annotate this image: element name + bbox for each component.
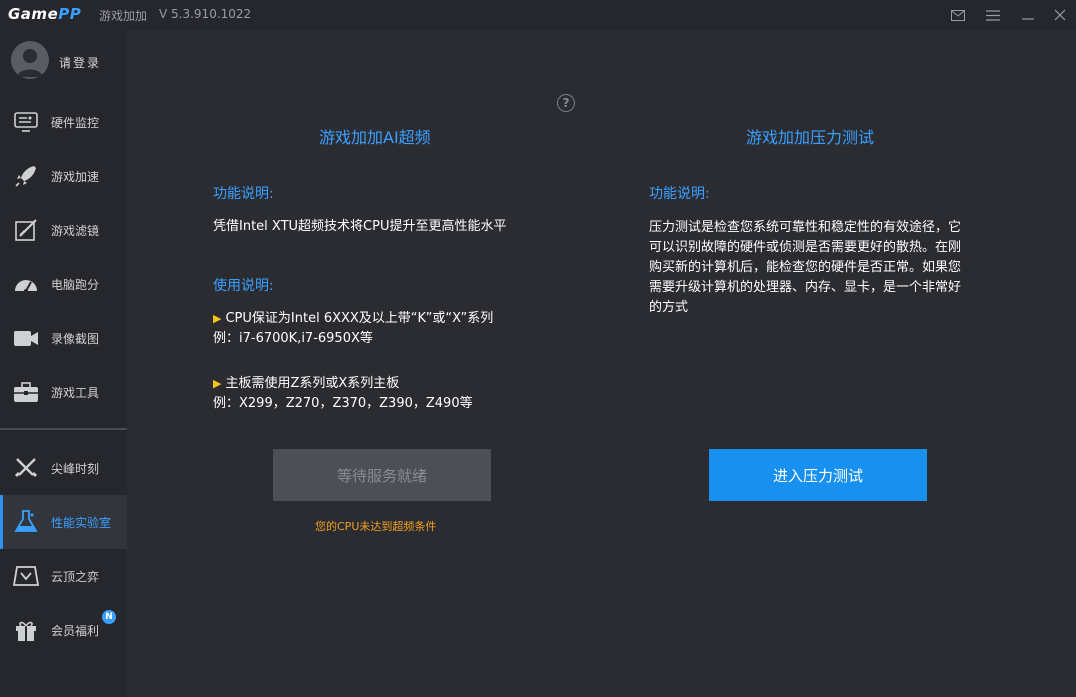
sidebar-item-label: 游戏加速 <box>51 170 100 184</box>
sidebar-item-tft[interactable]: 云顶之弈 <box>0 549 127 603</box>
help-icon[interactable]: ? <box>557 94 575 112</box>
app-logo: GamePP <box>8 5 82 23</box>
sidebar-item-benchmark[interactable]: 电脑跑分 <box>0 257 127 311</box>
gift-icon <box>12 617 40 643</box>
requirement-motherboard: ▶ 主板需使用Z系列或X系列主板 例：X299，Z270，Z370，Z390，Z4… <box>213 376 473 411</box>
stress-test-function-label: 功能说明: <box>649 186 710 202</box>
stress-test-description: 压力测试是检查您系统可靠性和稳定性的有效途径，它 可以识别故障的硬件或侦测是否需… <box>649 220 962 315</box>
enter-stress-test-button[interactable]: 进入压力测试 <box>709 449 927 501</box>
minimize-icon[interactable] <box>1019 6 1037 24</box>
overclock-title: 游戏加加AI超频 <box>319 128 431 147</box>
sidebar-item-game-boost[interactable]: 游戏加速 <box>0 149 127 203</box>
filter-icon <box>12 217 40 243</box>
overclock-function-label: 功能说明: <box>213 186 274 202</box>
sidebar-item-peak-time[interactable]: 尖峰时刻 <box>0 441 127 495</box>
avatar[interactable] <box>11 41 49 79</box>
sidebar-divider <box>0 428 127 430</box>
menu-icon[interactable] <box>984 6 1002 24</box>
app-version: V 5.3.910.1022 <box>159 7 252 21</box>
title-bar: GamePP 游戏加加 V 5.3.910.1022 <box>0 0 1076 30</box>
sidebar-item-label: 游戏工具 <box>51 386 100 400</box>
mail-icon[interactable] <box>949 6 967 24</box>
sidebar-item-game-tools[interactable]: 游戏工具 <box>0 365 127 419</box>
sidebar-item-label: 游戏滤镜 <box>51 224 100 238</box>
new-badge: N <box>102 610 116 624</box>
camera-icon <box>12 325 40 351</box>
bullet-triangle-icon: ▶ <box>213 312 222 325</box>
crossed-swords-icon <box>12 455 40 481</box>
bullet-triangle-icon: ▶ <box>213 377 222 390</box>
hardware-monitor-icon <box>12 109 40 135</box>
sidebar-item-label: 会员福利 <box>51 624 100 638</box>
waiting-service-button[interactable]: 等待服务就绪 <box>273 449 491 501</box>
login-area[interactable]: 请登录 <box>0 30 127 94</box>
sidebar-item-hardware-monitor[interactable]: 硬件监控 <box>0 95 127 149</box>
overclock-function-text: 凭借Intel XTU超频技术将CPU提升至更高性能水平 <box>213 219 507 234</box>
chess-icon <box>12 563 40 589</box>
requirement-cpu: ▶ CPU保证为Intel 6XXX及以上带“K”或“X”系列 例：i7-6700… <box>213 311 494 346</box>
stress-test-title: 游戏加加压力测试 <box>746 128 875 147</box>
overclock-usage-label: 使用说明: <box>213 278 274 294</box>
speedometer-icon <box>12 271 40 297</box>
sidebar-item-label: 录像截图 <box>51 332 100 346</box>
login-label[interactable]: 请登录 <box>59 54 101 71</box>
close-icon[interactable] <box>1051 6 1069 24</box>
sidebar-item-game-filter[interactable]: 游戏滤镜 <box>0 203 127 257</box>
sidebar-item-label: 硬件监控 <box>51 116 100 130</box>
rocket-icon <box>12 163 40 189</box>
sidebar-item-label: 尖峰时刻 <box>51 462 100 476</box>
cpu-unqualified-warning: 您的CPU未达到超频条件 <box>315 520 437 533</box>
sidebar-item-performance-lab[interactable]: 性能实验室 <box>0 495 127 549</box>
sidebar-item-recording[interactable]: 录像截图 <box>0 311 127 365</box>
sidebar-item-label: 性能实验室 <box>51 516 112 530</box>
sidebar: 请登录 硬件监控 游戏加速 游戏滤镜 电脑跑分 录像截图 游戏工具 尖峰时刻 性… <box>0 30 127 697</box>
app-subtitle: 游戏加加 <box>99 9 148 23</box>
sidebar-item-label: 电脑跑分 <box>51 278 100 292</box>
sidebar-item-label: 云顶之弈 <box>51 570 100 584</box>
flask-icon <box>12 509 40 535</box>
toolbox-icon <box>12 379 40 405</box>
